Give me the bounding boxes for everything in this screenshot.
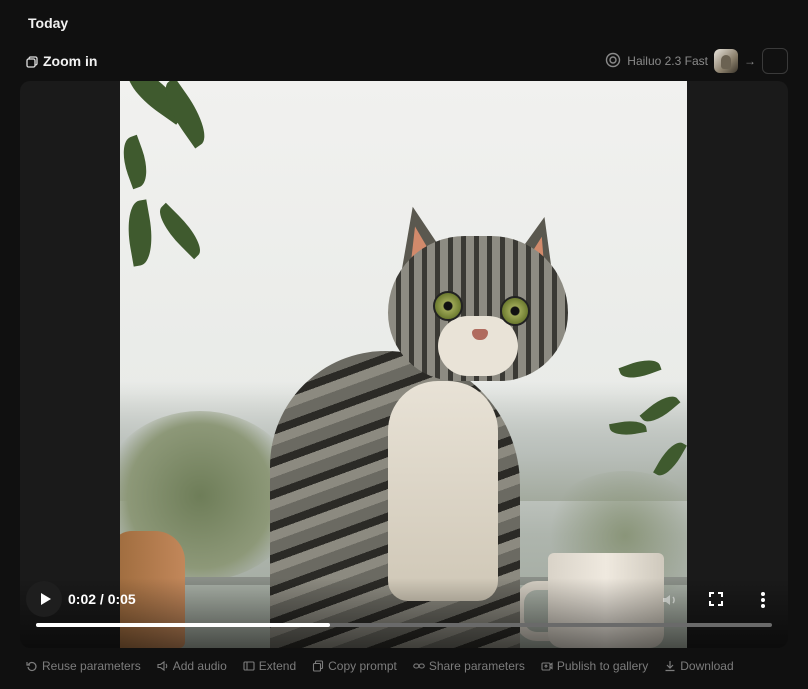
model-name: Hailuo 2.3 Fast xyxy=(627,54,708,68)
audio-icon xyxy=(157,660,168,672)
progress-fill xyxy=(36,623,331,627)
reuse-parameters-button[interactable]: Reuse parameters xyxy=(26,659,141,673)
plant-leaf xyxy=(120,134,154,190)
extend-icon xyxy=(243,661,255,671)
action-label: Extend xyxy=(258,659,297,673)
header-right: Hailuo 2.3 Fast → xyxy=(605,48,788,74)
action-label: Add audio xyxy=(172,659,227,673)
copy-squares-icon xyxy=(26,55,38,68)
copy-prompt-button[interactable]: Copy prompt xyxy=(312,659,397,673)
progress-bar[interactable] xyxy=(36,623,772,627)
task-header: Zoom in Hailuo 2.3 Fast → xyxy=(26,48,788,74)
fullscreen-icon[interactable] xyxy=(708,591,724,607)
publish-icon xyxy=(541,662,553,671)
model-badge: Hailuo 2.3 Fast xyxy=(605,52,708,71)
copy-icon xyxy=(313,660,324,672)
download-icon xyxy=(665,661,675,672)
reference-image-thumbnail[interactable] xyxy=(714,49,738,73)
link-icon xyxy=(413,663,425,669)
video-frame xyxy=(120,81,687,648)
action-label: Reuse parameters xyxy=(42,659,141,673)
action-label: Publish to gallery xyxy=(556,659,649,673)
section-title: Today xyxy=(28,15,69,31)
plant-leaf xyxy=(122,199,158,267)
cat-eye-right xyxy=(500,296,530,326)
video-player[interactable]: 0:02 / 0:05 xyxy=(20,81,788,648)
model-logo-icon xyxy=(605,52,621,71)
reuse-icon xyxy=(26,661,37,672)
extend-button[interactable]: Extend xyxy=(243,659,296,673)
cat-muzzle xyxy=(438,316,518,376)
mode-label: Zoom in xyxy=(26,53,97,69)
plant-leaf xyxy=(618,354,662,384)
cat-eye-left xyxy=(433,291,463,321)
add-audio-button[interactable]: Add audio xyxy=(157,659,227,673)
action-label: Download xyxy=(680,659,734,673)
arrow-right-icon: → xyxy=(744,54,756,68)
end-frame-slot[interactable] xyxy=(762,48,788,74)
cat-chest xyxy=(388,381,498,601)
more-options-icon[interactable] xyxy=(758,590,768,610)
share-parameters-button[interactable]: Share parameters xyxy=(413,659,525,673)
action-bar: Reuse parameters Add audio Extend Copy p… xyxy=(26,659,734,673)
action-label: Share parameters xyxy=(428,659,525,673)
plant-leaf xyxy=(151,202,209,260)
mode-label-text: Zoom in xyxy=(43,53,98,69)
publish-to-gallery-button[interactable]: Publish to gallery xyxy=(541,659,648,673)
play-icon xyxy=(40,593,51,605)
play-button[interactable] xyxy=(26,581,62,617)
player-controls-overlay xyxy=(20,578,788,648)
time-display: 0:02 / 0:05 xyxy=(68,591,136,607)
download-button[interactable]: Download xyxy=(664,659,734,673)
volume-icon[interactable] xyxy=(660,590,680,610)
action-label: Copy prompt xyxy=(328,659,397,673)
